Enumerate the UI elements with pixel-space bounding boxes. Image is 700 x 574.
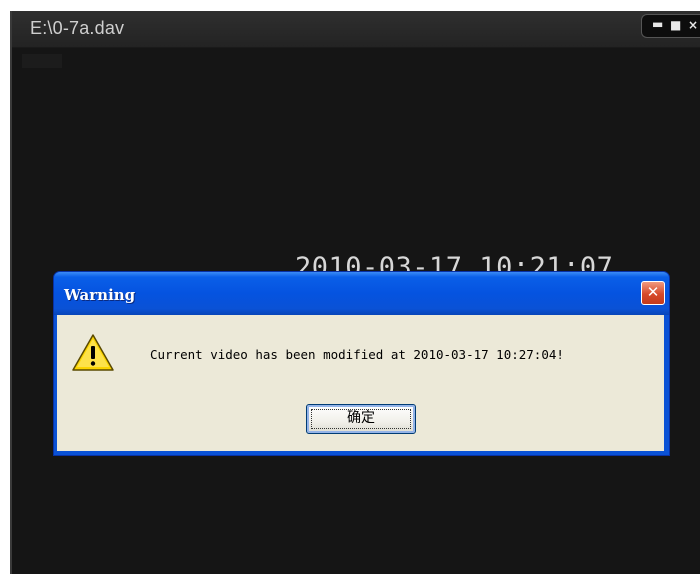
dialog-title-bar[interactable]: Warning ✕ — [54, 272, 669, 315]
player-title: E:\0-7a.dav — [30, 18, 125, 38]
player-title-bar[interactable]: E:\0-7a.dav ▬ ■ × — [12, 11, 700, 48]
close-icon[interactable]: × — [688, 18, 698, 32]
maximize-icon[interactable]: ■ — [670, 18, 681, 32]
window-controls: ▬ ■ × — [641, 14, 700, 38]
close-icon: ✕ — [646, 283, 660, 301]
dialog-title: Warning — [64, 286, 136, 304]
video-overlay-corner — [22, 54, 62, 68]
warning-icon — [72, 334, 114, 371]
warning-dialog: Warning ✕ Current video has been modifie… — [53, 271, 670, 456]
warning-message: Current video has been modified at 2010-… — [150, 347, 564, 362]
dialog-close-button[interactable]: ✕ — [641, 281, 665, 305]
ok-button[interactable]: 确定 — [306, 404, 416, 434]
minimize-icon[interactable]: ▬ — [652, 17, 663, 31]
dialog-body: Current video has been modified at 2010-… — [57, 315, 664, 451]
